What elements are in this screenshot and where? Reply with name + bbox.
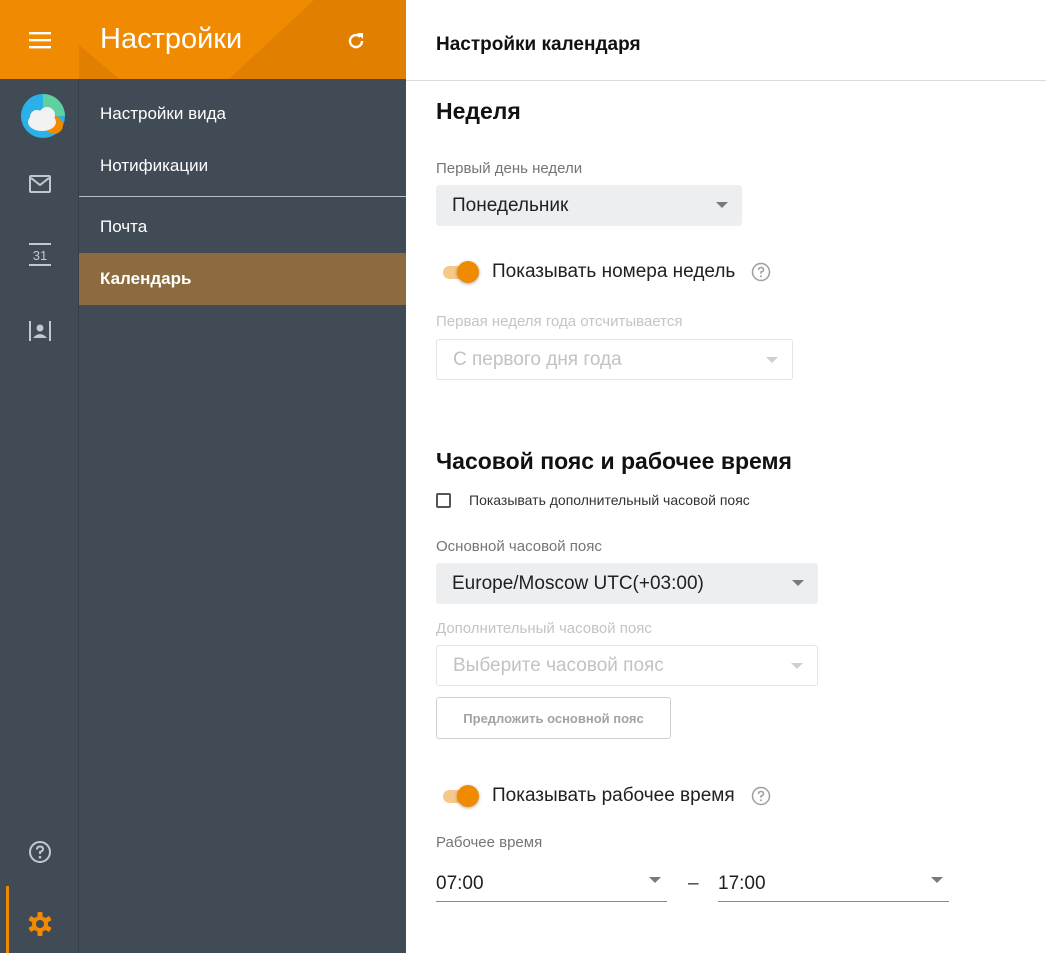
chevron-down-icon (649, 877, 661, 883)
work-start-value: 07:00 (436, 872, 484, 894)
main-tz-select[interactable]: Europe/Moscow UTC(+03:00) (436, 563, 818, 604)
nav-divider (79, 196, 406, 197)
main-tz-label: Основной часовой пояс (436, 538, 602, 555)
nav-title: Настройки (100, 23, 243, 55)
page-title: Настройки календаря (436, 34, 641, 55)
active-rail-indicator (6, 886, 9, 953)
settings-nav: Настройки Настройки вида Нотификации Поч… (79, 0, 406, 953)
week-numbers-label: Показывать номера недель (492, 261, 736, 282)
nav-item-view-settings[interactable]: Настройки вида (79, 88, 406, 140)
nav-item-calendar[interactable]: Календарь (79, 253, 406, 305)
settings-icon[interactable] (22, 906, 58, 942)
toggle-knob (457, 261, 479, 283)
contacts-icon[interactable] (22, 313, 58, 349)
additional-tz-label: Дополнительный часовой пояс (436, 620, 652, 637)
mail-icon[interactable] (22, 166, 58, 202)
main-tz-value: Europe/Moscow UTC(+03:00) (452, 572, 704, 594)
first-week-value: С первого дня года (453, 348, 622, 370)
nav-item-label: Нотификации (100, 156, 209, 175)
week-numbers-toggle[interactable] (439, 260, 485, 284)
additional-tz-placeholder: Выберите часовой пояс (453, 654, 664, 676)
menu-icon[interactable] (22, 22, 58, 58)
header-divider (406, 80, 1046, 81)
work-start-select[interactable]: 07:00 (436, 866, 667, 902)
additional-tz-checkbox-label: Показывать дополнительный часовой пояс (469, 492, 750, 508)
additional-tz-checkbox[interactable] (436, 492, 451, 508)
nav-item-mail[interactable]: Почта (79, 201, 406, 253)
settings-content: Настройки календаря Неделя Первый день н… (406, 0, 1046, 953)
work-hours-toggle[interactable] (439, 784, 485, 808)
chevron-down-icon (792, 580, 804, 586)
first-day-select[interactable]: Понедельник (436, 185, 742, 226)
nav-item-notifications[interactable]: Нотификации (79, 140, 406, 192)
help-icon[interactable] (751, 262, 771, 282)
calendar-icon-day: 31 (33, 248, 47, 263)
help-icon[interactable] (22, 834, 58, 870)
chevron-down-icon (791, 663, 803, 669)
work-end-value: 17:00 (718, 872, 766, 894)
section-heading-timezone: Часовой пояс и рабочее время (436, 448, 792, 474)
additional-tz-checkbox-row[interactable]: Показывать дополнительный часовой пояс (436, 492, 750, 508)
first-day-label: Первый день недели (436, 160, 583, 177)
toggle-knob (457, 785, 479, 807)
work-hours-row: Показывать рабочее время (439, 781, 771, 811)
chevron-down-icon (716, 202, 728, 208)
nav-header: Настройки (79, 0, 406, 79)
help-icon[interactable] (751, 786, 771, 806)
time-range-separator: – (688, 873, 699, 894)
work-hours-toggle-label: Показывать рабочее время (492, 785, 735, 806)
chevron-down-icon (931, 877, 943, 883)
first-week-label: Первая неделя года отсчитывается (436, 313, 683, 330)
first-week-select[interactable]: С первого дня года (436, 339, 793, 380)
work-hours-label: Рабочее время (436, 834, 543, 851)
nav-item-label: Настройки вида (100, 104, 226, 123)
chevron-down-icon (766, 357, 778, 363)
first-day-value: Понедельник (452, 194, 569, 216)
suggest-main-tz-button[interactable]: Предложить основной пояс (436, 697, 671, 739)
section-heading-week: Неделя (436, 98, 521, 124)
refresh-icon[interactable] (341, 26, 371, 56)
work-end-select[interactable]: 17:00 (718, 866, 949, 902)
nav-item-label: Почта (100, 217, 148, 236)
weather-app-icon[interactable] (20, 93, 66, 139)
additional-tz-select[interactable]: Выберите часовой пояс (436, 645, 818, 686)
icon-rail: 31 (0, 0, 79, 953)
calendar-icon[interactable]: 31 (22, 236, 58, 272)
week-numbers-row: Показывать номера недель (439, 257, 771, 287)
nav-item-label: Календарь (100, 269, 192, 288)
